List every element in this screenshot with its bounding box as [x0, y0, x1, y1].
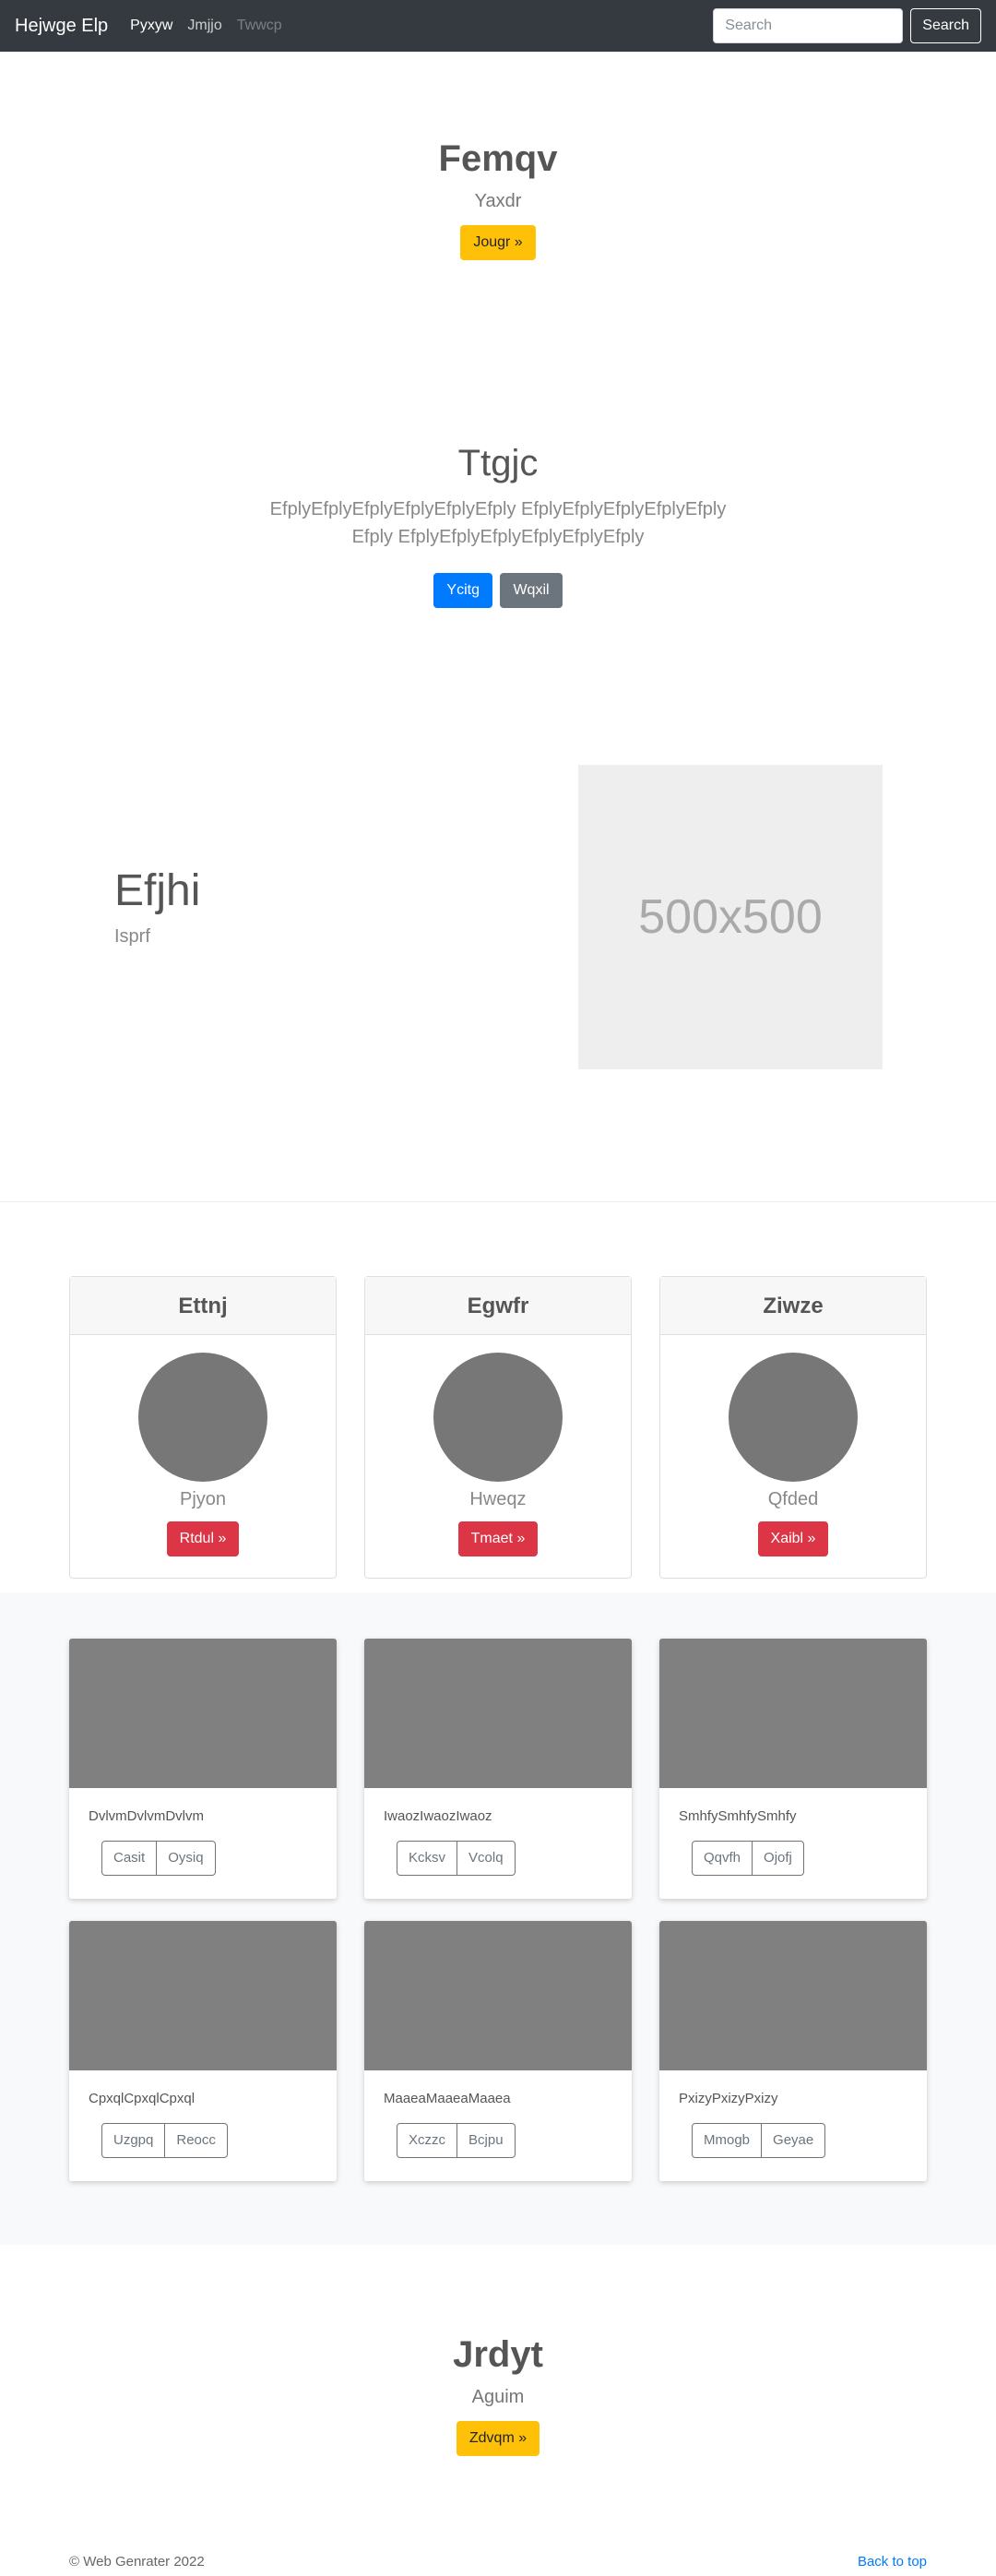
album-card-button-group: Xczzc Bcjpu: [397, 2123, 632, 2158]
album-card-thumbnail: [69, 1639, 337, 1788]
nav-link-pyxyw[interactable]: Pyxyw: [130, 18, 172, 34]
album-card-button[interactable]: Xczzc: [397, 2123, 458, 2158]
footer-copyright: © Web Genrater 2022: [69, 2554, 205, 2570]
hero-section-second: Ttgjc EfplyEfplyEfplyEfplyEfplyEfply Efp…: [0, 443, 996, 608]
album-card-button-group: Qqvfh Ojofj: [692, 1841, 927, 1876]
album-card: PxizyPxizyPxizy Mmogb Geyae: [659, 1921, 927, 2181]
album-card-text: DvlvmDvlvmDvlvm: [89, 1808, 204, 1824]
album-card-button-group: Uzgpq Reocc: [101, 2123, 337, 2158]
album-card-button[interactable]: Qqvfh: [692, 1841, 753, 1876]
album-card-thumbnail: [364, 1921, 632, 2070]
album-card-button-group: Kcksv Vcolq: [397, 1841, 632, 1876]
album-card: CpxqlCpxqlCpxql Uzgpq Reocc: [69, 1921, 337, 2181]
pricing-card-button[interactable]: Tmaet »: [457, 1521, 539, 1556]
album-card-thumbnail: [364, 1639, 632, 1788]
album-card: MaaeaMaaeaMaaea Xczzc Bcjpu: [364, 1921, 632, 2181]
album-card-button[interactable]: Reocc: [164, 2123, 228, 2158]
album-card-button-group: Casit Oysiq: [101, 1841, 337, 1876]
pricing-card-1: Ettnj Pjyon Rtdul »: [69, 1276, 337, 1579]
album-card-button[interactable]: Geyae: [761, 2123, 826, 2158]
pricing-card-3: Ziwze Qfded Xaibl »: [659, 1276, 927, 1579]
hero3-subtitle: Aguim: [471, 2387, 525, 2407]
album-card-text: MaaeaMaaeaMaaea: [384, 2091, 511, 2106]
album-card-button[interactable]: Uzgpq: [101, 2123, 166, 2158]
album-card-text: CpxqlCpxqlCpxql: [89, 2091, 196, 2106]
pricing-card-header: Ziwze: [660, 1277, 926, 1335]
album-card-thumbnail: [659, 1921, 927, 2070]
album-card-text: SmhfySmhfySmhfy: [679, 1808, 797, 1824]
album-card-button[interactable]: Oysiq: [156, 1841, 216, 1876]
navbar-search-form: Search: [713, 8, 981, 43]
album-card: IwaozIwaozIwaoz Kcksv Vcolq: [364, 1639, 632, 1899]
album-card-button[interactable]: Casit: [101, 1841, 158, 1876]
hero3-cta-button[interactable]: Zdvqm »: [456, 2421, 540, 2456]
album-card-thumbnail: [69, 1921, 337, 2070]
album-card: DvlvmDvlvmDvlvm Casit Oysiq: [69, 1639, 337, 1899]
album-card-button[interactable]: Ojofj: [752, 1841, 804, 1876]
album-section: DvlvmDvlvmDvlvm Casit Oysiq IwaozIwaozIw…: [0, 1592, 996, 2245]
hero-title: Femqv: [438, 138, 558, 179]
hero2-primary-button[interactable]: Ycitg: [433, 573, 492, 608]
hero-subtitle: Yaxdr: [474, 191, 522, 211]
hero-section-bottom: Jrdyt Aguim Zdvqm »: [0, 2334, 996, 2456]
pricing-card-avatar: [729, 1353, 858, 1482]
hero2-title: Ttgjc: [457, 443, 539, 483]
search-button[interactable]: Search: [910, 8, 981, 43]
feature-subtitle: Isprf: [114, 926, 150, 947]
nav-link-twwcp: Twwcp: [236, 18, 282, 33]
pricing-card-button[interactable]: Xaibl »: [757, 1521, 829, 1556]
hero3-title: Jrdyt: [453, 2334, 543, 2375]
feature-image-placeholder: 500x500: [578, 765, 883, 1069]
navbar: Hejwge Elp Pyxyw Jmjjo Twwcp Search: [0, 0, 996, 52]
album-card-button[interactable]: Mmogb: [692, 2123, 763, 2158]
pricing-card-label: Hweqz: [469, 1489, 527, 1509]
feature-image-label: 500x500: [638, 890, 823, 944]
album-card: SmhfySmhfySmhfy Qqvfh Ojofj: [659, 1639, 927, 1899]
hero2-buttons: Ycitg Wqxil: [0, 573, 996, 608]
album-card-thumbnail: [659, 1639, 927, 1788]
pricing-card-header: Egwfr: [365, 1277, 631, 1335]
album-card-button[interactable]: Kcksv: [397, 1841, 458, 1876]
album-card-text: IwaozIwaozIwaoz: [384, 1808, 492, 1824]
album-card-button[interactable]: Vcolq: [456, 1841, 516, 1876]
pricing-card-label: Qfded: [767, 1489, 819, 1509]
section-divider: [0, 1201, 996, 1202]
feature-title: Efjhi: [114, 866, 201, 915]
back-to-top-link[interactable]: Back to top: [858, 2554, 927, 2570]
hero-cta-button[interactable]: Jougr »: [460, 225, 536, 260]
hero2-secondary-button[interactable]: Wqxil: [500, 573, 563, 608]
pricing-card-avatar: [138, 1353, 267, 1482]
hero2-text: EfplyEfplyEfplyEfplyEfplyEfply EfplyEfpl…: [269, 499, 727, 547]
hero-section-top: Femqv Yaxdr Jougr »: [0, 138, 996, 260]
pricing-card-2: Egwfr Hweqz Tmaet »: [364, 1276, 632, 1579]
album-card-text: PxizyPxizyPxizy: [679, 2091, 778, 2106]
nav-link-jmjjo[interactable]: Jmjjo: [187, 18, 221, 34]
pricing-card-label: Pjyon: [179, 1489, 227, 1509]
pricing-card-avatar: [433, 1353, 563, 1482]
pricing-card-header: Ettnj: [70, 1277, 336, 1335]
album-card-button[interactable]: Bcjpu: [456, 2123, 516, 2158]
pricing-card-button[interactable]: Rtdul »: [166, 1521, 240, 1556]
album-card-button-group: Mmogb Geyae: [692, 2123, 927, 2158]
search-input[interactable]: [713, 8, 904, 43]
navbar-brand[interactable]: Hejwge Elp: [15, 16, 108, 37]
